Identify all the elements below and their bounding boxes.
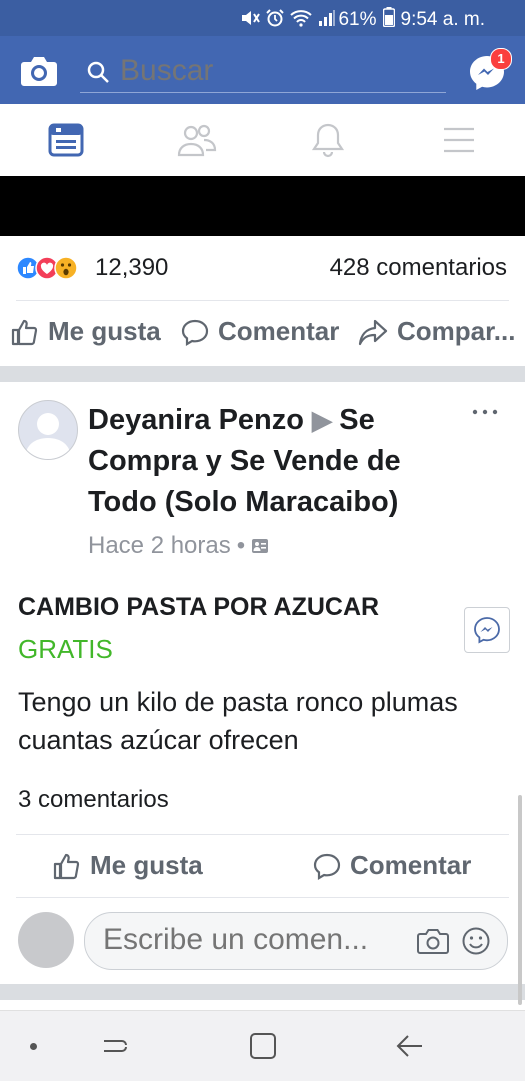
tab-news-feed[interactable] [0,104,131,176]
alarm-icon [266,9,284,32]
share-label: Compar... [397,316,516,346]
reaction-count: 12,390 [95,254,169,281]
divider [16,897,509,898]
notifications-bell-icon [311,123,344,158]
clock: 9:54 a. m. [400,9,486,30]
message-seller-button[interactable] [464,607,510,653]
back-button[interactable] [394,1031,426,1066]
like-thumb-icon [53,853,80,879]
like-button[interactable]: Me gusta [10,316,161,347]
default-avatar-icon [25,413,71,459]
comment-bubble-icon [313,853,341,880]
divider [16,834,509,835]
recent-apps-icon [104,1040,127,1052]
post-timestamp[interactable]: Hace 2 horas [88,532,231,560]
current-user-avatar [18,912,74,968]
like-label: Me gusta [48,316,161,346]
nav-dot-icon [30,1043,37,1050]
camera-icon [21,57,57,86]
share-arrow-icon [358,319,388,345]
signal-icon [318,9,336,32]
system-navigation-bar [0,1010,525,1081]
tab-menu[interactable] [393,104,524,176]
battery-icon [382,7,395,33]
battery-level: 61% [338,9,377,30]
author-name-link[interactable]: Deyanira Penzo [88,404,304,436]
feed-separator [0,366,525,382]
search-input[interactable] [120,54,420,88]
scrollbar[interactable] [518,795,522,1005]
menu-icon [443,127,474,153]
post-header: Deyanira Penzo ▶ Se Compra y Se Vende de… [88,400,460,523]
camera-button[interactable] [20,54,58,93]
comments-count-link[interactable]: 428 comentarios [330,254,507,282]
friends-icon [177,124,216,157]
post-meta: Hace 2 horas • [88,532,269,560]
comment-input[interactable] [103,923,403,957]
emoji-icon[interactable] [461,926,491,956]
share-button[interactable]: Compar... [357,316,515,347]
messenger-outline-icon [474,617,500,644]
wow-reaction-icon [54,256,78,280]
like-thumb-icon [11,319,38,345]
post-comment-button[interactable]: Comentar [312,850,471,881]
messenger-badge: 1 [490,48,512,70]
post-options-button[interactable] [470,398,500,426]
comment-box[interactable] [84,912,508,970]
like-label: Me gusta [90,850,203,880]
camera-outline-icon[interactable] [417,927,449,955]
messenger-button[interactable]: 1 [466,48,512,94]
reaction-summary[interactable]: 12,390 428 comentarios [0,236,525,300]
comment-button[interactable]: Comentar [180,316,339,347]
status-icons [240,9,336,32]
divider [16,300,509,301]
listing-price: GRATIS [18,634,113,664]
post-text: Tengo un kilo de pasta ronco plumas cuan… [18,687,458,755]
recent-apps-button[interactable] [100,1031,132,1066]
post-like-button[interactable]: Me gusta [52,850,203,881]
mute-icon [240,9,260,32]
tab-friends[interactable] [131,104,262,176]
comment-label: Comentar [218,316,340,346]
news-feed-icon [48,123,83,157]
more-dots-icon [472,409,498,415]
home-square-icon [250,1033,276,1059]
triangle-right-icon: ▶ [312,405,340,435]
feed-separator [0,984,525,1000]
status-bar: 61% 9:54 a. m. [0,0,525,36]
post-media[interactable] [0,176,525,236]
author-avatar[interactable] [18,400,78,460]
app-header: 1 [0,36,525,104]
search-box[interactable] [80,52,446,93]
listing-title: CAMBIO PASTA POR AZUCAR [18,593,380,621]
reaction-icons [16,256,96,280]
tab-notifications[interactable] [262,104,393,176]
home-button[interactable] [248,1031,278,1066]
group-privacy-icon [252,539,269,553]
tab-bar [0,104,525,177]
comment-bubble-icon [181,319,209,346]
wifi-icon [290,9,312,32]
comment-label: Comentar [350,850,472,880]
search-icon [87,61,109,83]
back-arrow-icon [396,1035,422,1057]
post-comments-count-link[interactable]: 3 comentarios [18,786,169,814]
